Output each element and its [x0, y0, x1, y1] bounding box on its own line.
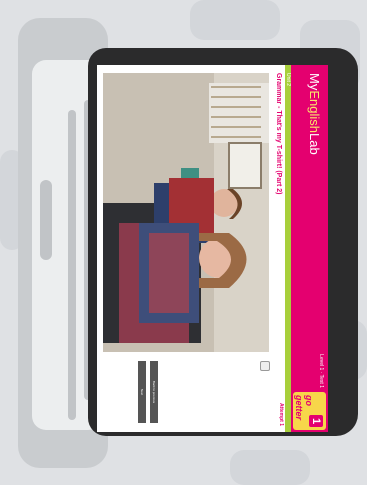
video-frame: [103, 73, 269, 352]
course-level-badge: 1: [309, 415, 323, 427]
next-button[interactable]: Next: [138, 361, 146, 423]
back-button[interactable]: Back to previous: [150, 361, 158, 423]
app-header: MyEnglishLab Level 1 · Test 1 go getter …: [291, 65, 328, 432]
square-icon[interactable]: [260, 361, 270, 371]
course-logo: go getter 1: [293, 392, 326, 430]
lesson-title: Grammar - That's my T-shirt! (Part 2): [275, 73, 282, 195]
header-info: Level 1 · Test 1: [318, 354, 324, 388]
brand-accent: English: [307, 90, 322, 133]
video-player[interactable]: [103, 73, 269, 352]
laptop-screen: MyEnglishLab Level 1 · Test 1 go getter …: [97, 65, 328, 432]
laptop-vent: [40, 180, 52, 260]
myenglishlab-app: MyEnglishLab Level 1 · Test 1 go getter …: [97, 65, 328, 432]
background-tile: [230, 450, 310, 485]
unit-label: Unit 2: [285, 73, 291, 87]
background-tile: [190, 0, 280, 40]
laptop-vent: [68, 110, 76, 420]
attempt-label: Attempt 1: [278, 402, 284, 426]
brand-suffix: Lab: [307, 132, 322, 155]
brand-logo: MyEnglishLab: [307, 73, 322, 155]
unit-strip: Unit 2: [285, 65, 291, 432]
brand-prefix: My: [307, 73, 322, 91]
